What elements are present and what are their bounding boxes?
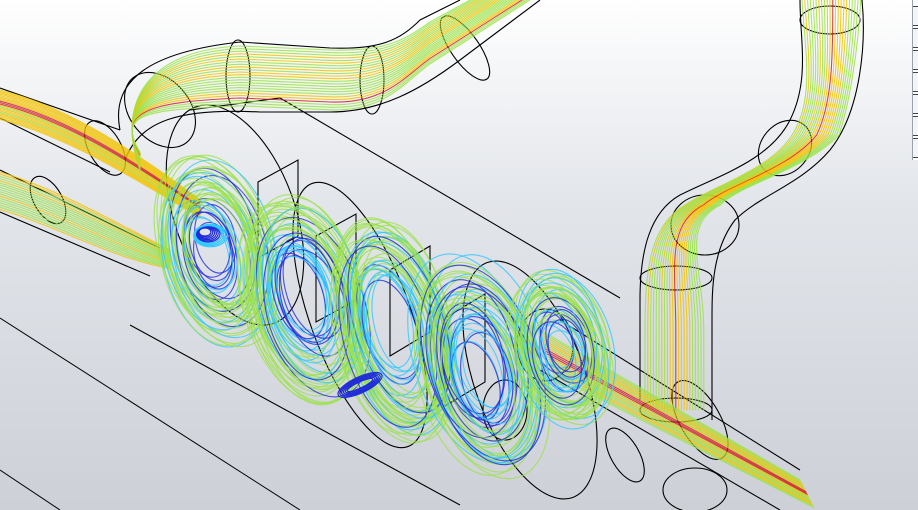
toolbar-button-5-icon[interactable] (913, 94, 918, 114)
toolbar-button-6-icon[interactable] (913, 116, 918, 136)
toolbar-button-1-icon[interactable] (913, 6, 918, 26)
toolbar-button-2-icon[interactable] (913, 28, 918, 48)
3d-viewport[interactable] (0, 0, 918, 510)
flow-trajectory-scene[interactable] (0, 0, 918, 510)
toolbar-button-4-icon[interactable] (913, 72, 918, 92)
toolbar-button-3-icon[interactable] (913, 50, 918, 70)
side-toolbar (912, 0, 918, 160)
toolbar-button-7-icon[interactable] (913, 138, 918, 158)
